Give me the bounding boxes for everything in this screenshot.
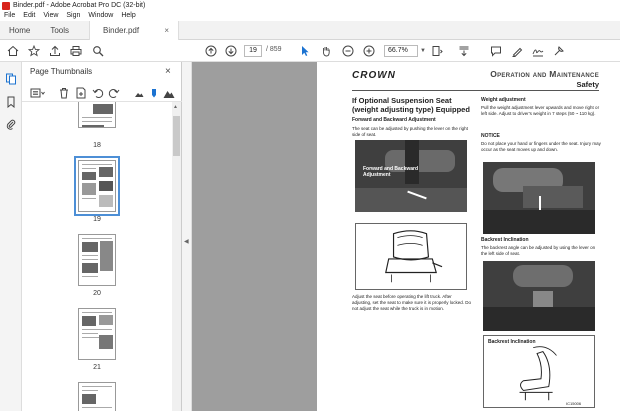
panel-splitter[interactable]: ◀ bbox=[182, 62, 192, 411]
thumbnail-page[interactable] bbox=[78, 234, 116, 286]
thumbnail-label: 20 bbox=[93, 290, 101, 297]
menu-window[interactable]: Window bbox=[84, 11, 117, 21]
tools-icon[interactable] bbox=[552, 44, 566, 58]
thumbnail-scrollbar[interactable]: ▲ bbox=[172, 102, 181, 411]
zoom-in-icon[interactable] bbox=[362, 44, 376, 58]
next-page-icon[interactable] bbox=[224, 44, 238, 58]
thumbnails-icon[interactable] bbox=[5, 73, 17, 85]
photo-caption: Forward and Backward Adjustment bbox=[363, 166, 419, 178]
upload-icon[interactable] bbox=[48, 44, 62, 58]
thumbnail-page[interactable] bbox=[78, 102, 116, 128]
backrest-drawing: Backrest Inclination IC15006 bbox=[483, 335, 595, 408]
collapse-panel-icon[interactable]: ◀ bbox=[184, 238, 189, 245]
acrobat-icon bbox=[2, 1, 10, 10]
rotate-right-icon[interactable] bbox=[108, 87, 120, 99]
zoom-out-icon[interactable] bbox=[341, 44, 355, 58]
insert-page-icon[interactable] bbox=[75, 87, 87, 99]
menu-help[interactable]: Help bbox=[117, 11, 139, 21]
drawing-reference: IC15006 bbox=[566, 401, 582, 406]
backrest-text: The backrest angle can be adjusted by us… bbox=[481, 245, 596, 256]
pdf-page: CROWN Operation and Maintenance Safety I… bbox=[317, 62, 620, 411]
seat-lever-photo: Forward and Backward Adjustment bbox=[355, 140, 467, 212]
notice-heading: NOTICE bbox=[481, 133, 500, 139]
star-icon[interactable] bbox=[27, 44, 41, 58]
thumbnail-list: 18 19 20 21 bbox=[22, 102, 172, 411]
delete-icon[interactable] bbox=[58, 87, 70, 99]
menu-view[interactable]: View bbox=[39, 11, 62, 21]
home-icon[interactable] bbox=[6, 44, 20, 58]
thumbnail-page[interactable] bbox=[78, 382, 116, 411]
weight-lever-photo bbox=[483, 162, 595, 234]
small-mountain-icon[interactable] bbox=[133, 87, 145, 99]
menu-file[interactable]: File bbox=[0, 11, 19, 21]
thumbnail-label: 21 bbox=[93, 364, 101, 371]
tab-document-label: Binder.pdf bbox=[103, 26, 140, 35]
cursor-icon[interactable] bbox=[298, 44, 312, 58]
thumbnail-label: 18 bbox=[93, 142, 101, 149]
notice-text: Do not place your hand or fingers under … bbox=[481, 141, 601, 152]
thumbnail-label: 19 bbox=[93, 216, 101, 223]
title-bar: Binder.pdf - Adobe Acrobat Pro DC (32-bi… bbox=[0, 0, 620, 11]
large-mountain-icon[interactable] bbox=[163, 87, 175, 99]
close-icon[interactable]: × bbox=[165, 66, 171, 77]
close-tab-icon[interactable]: × bbox=[164, 21, 169, 40]
comment-icon[interactable] bbox=[489, 44, 503, 58]
chevron-down-icon[interactable]: ▼ bbox=[420, 48, 426, 54]
page-header-title: Operation and Maintenance bbox=[490, 69, 599, 79]
menu-edit[interactable]: Edit bbox=[19, 11, 39, 21]
page-total: / 859 bbox=[266, 46, 282, 53]
rotate-left-icon[interactable] bbox=[92, 87, 104, 99]
thumbnail-page[interactable] bbox=[78, 308, 116, 360]
fwd-heading: Forward and Backward Adjustment bbox=[352, 117, 436, 123]
seat-drawing bbox=[355, 223, 467, 290]
prev-page-icon[interactable] bbox=[204, 44, 218, 58]
sign-icon[interactable] bbox=[531, 44, 545, 58]
scroll-icon[interactable] bbox=[457, 44, 471, 58]
zoom-select[interactable]: 66.7% bbox=[384, 45, 418, 57]
adjust-text: Adjust the seat before operating the lif… bbox=[352, 294, 472, 311]
panel-toolbar bbox=[22, 84, 182, 102]
backrest-heading: Backrest Inclination bbox=[481, 237, 529, 243]
hand-icon[interactable] bbox=[319, 44, 333, 58]
crown-logo: CROWN bbox=[352, 70, 396, 81]
backrest-lever-photo bbox=[483, 261, 595, 331]
menu-sign[interactable]: Sign bbox=[62, 11, 84, 21]
page-header-section: Safety bbox=[576, 80, 599, 89]
fwd-text: The seat can be adjusted by pushing the … bbox=[352, 126, 468, 137]
attachment-icon[interactable] bbox=[5, 118, 17, 130]
menu-bar: File Edit View Sign Window Help bbox=[0, 11, 620, 21]
tab-bar: Home Tools Binder.pdf × bbox=[0, 21, 620, 40]
window-title: Binder.pdf - Adobe Acrobat Pro DC (32-bi… bbox=[13, 2, 146, 9]
options-menu-icon[interactable] bbox=[30, 87, 46, 99]
toolbar bbox=[0, 40, 620, 62]
fit-icon[interactable] bbox=[430, 44, 444, 58]
page-number-input[interactable]: 19 bbox=[244, 45, 262, 57]
zoom-slider-handle-icon[interactable] bbox=[148, 87, 160, 99]
backrest-drawing-image bbox=[519, 346, 557, 401]
thumbnail-page-selected[interactable] bbox=[74, 156, 120, 216]
highlight-icon[interactable] bbox=[510, 44, 524, 58]
scroll-up-icon[interactable]: ▲ bbox=[173, 104, 178, 110]
tab-tools[interactable]: Tools bbox=[37, 21, 89, 40]
bookmark-icon[interactable] bbox=[5, 96, 17, 108]
header-rule bbox=[352, 90, 599, 91]
print-icon[interactable] bbox=[69, 44, 83, 58]
tab-home[interactable]: Home bbox=[0, 21, 37, 40]
weight-text: Pull the weight adjustment lever upwards… bbox=[481, 105, 600, 116]
weight-heading: Weight adjustment bbox=[481, 97, 526, 103]
scrollbar-thumb[interactable] bbox=[173, 116, 180, 156]
thumbnails-panel: Page Thumbnails × 18 19 20 21 ▲ bbox=[22, 62, 182, 411]
tab-document[interactable]: Binder.pdf × bbox=[89, 21, 180, 40]
section-heading: If Optional Suspension Seat (weight adju… bbox=[352, 96, 470, 114]
seat-drawing-image bbox=[385, 230, 443, 283]
search-icon[interactable] bbox=[91, 44, 105, 58]
document-viewer: CROWN Operation and Maintenance Safety I… bbox=[192, 62, 620, 411]
left-rail bbox=[0, 62, 22, 411]
panel-title: Page Thumbnails bbox=[30, 67, 93, 76]
